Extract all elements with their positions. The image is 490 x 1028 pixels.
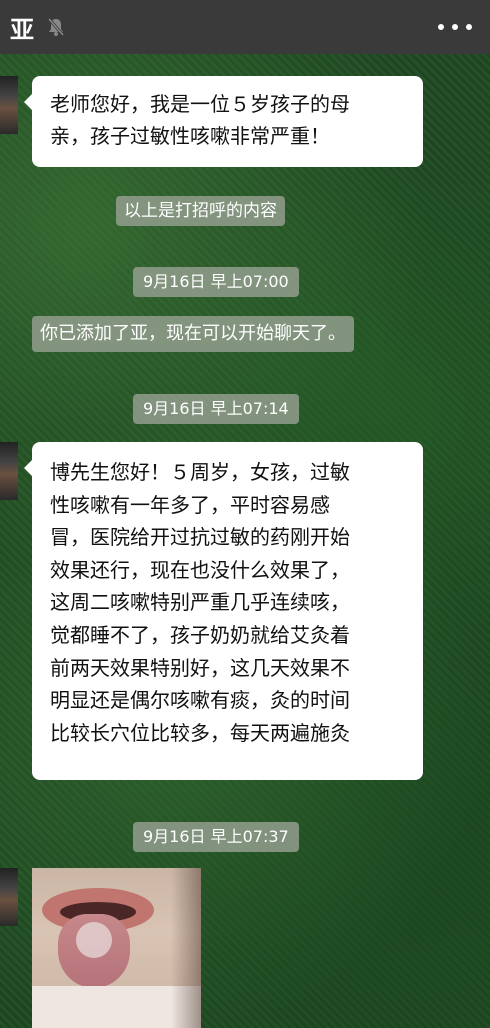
message-line: 冒，医院给开过抗过敏的药刚开始 [50,525,350,550]
message-line: 这周二咳嗽特别严重几乎连续咳， [50,590,350,615]
avatar[interactable] [0,76,18,134]
more-dots-icon[interactable] [438,15,472,39]
bell-muted-icon [47,18,65,36]
message-bubble[interactable]: 老师您好，我是一位５岁孩子的母 亲，孩子过敏性咳嗽非常严重！ [24,76,423,167]
message-bubble[interactable]: 博先生您好！５周岁，女孩，过敏 性咳嗽有一年多了，平时容易感 冒，医院给开过抗过… [24,442,423,780]
message-line: 亲，孩子过敏性咳嗽非常严重！ [50,124,330,148]
message-line: 明显还是偶尔咳嗽有痰，灸的时间 [50,688,350,713]
message-line: 性咳嗽有一年多了，平时容易感 [50,492,330,517]
photo-hair [171,868,201,1028]
message-line: 效果还行，现在也没什么效果了， [50,557,350,582]
chat-header: 亚 [0,0,490,54]
photo-tongue-coating [76,922,112,958]
timestamp: 9月16日 早上07:37 [133,822,299,852]
timestamp: 9月16日 早上07:14 [133,394,299,424]
avatar[interactable] [0,442,18,500]
message-line: 老师您好，我是一位５岁孩子的母 [50,92,350,116]
avatar[interactable] [0,868,18,926]
message-line: 觉都睡不了，孩子奶奶就给艾灸着 [50,622,350,647]
chat-title[interactable]: 亚 [10,10,34,45]
message-line: 比较长穴位比较多，每天两遍施灸 [50,720,350,745]
tongue-photo[interactable] [32,868,201,1028]
system-notice: 以上是打招呼的内容 [116,196,285,226]
message-line: 博先生您好！５周岁，女孩，过敏 [50,460,350,484]
message-line: 前两天效果特别好，这几天效果不 [50,655,350,680]
timestamp: 9月16日 早上07:00 [133,267,299,297]
system-notice: 你已添加了亚，现在可以开始聊天了。 [32,316,354,352]
